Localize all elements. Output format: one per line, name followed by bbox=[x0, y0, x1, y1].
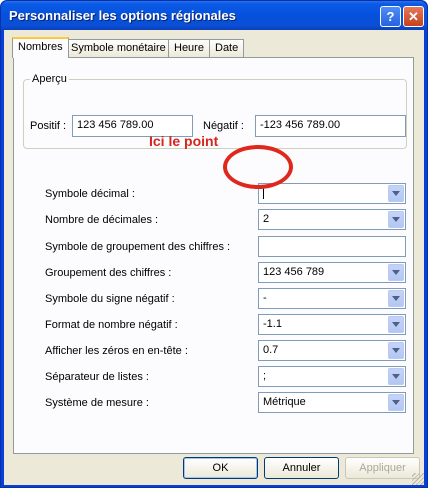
text-caret bbox=[263, 187, 264, 200]
setting-label-decimal-symbol: Symbole décimal : bbox=[45, 188, 135, 200]
setting-label-negative-sign: Symbole du signe négatif : bbox=[45, 293, 175, 305]
grouping-symbol-combo[interactable] bbox=[258, 236, 406, 257]
title-bar[interactable]: Personnaliser les options régionales ? ✕ bbox=[1, 1, 427, 30]
chevron-down-icon[interactable] bbox=[388, 368, 404, 385]
negative-format-value[interactable]: -1.1 bbox=[263, 318, 282, 330]
setting-label-digit-grouping: Groupement des chiffres : bbox=[45, 267, 172, 279]
setting-label-leading-zeros: Afficher les zéros en en-tête : bbox=[45, 345, 188, 357]
help-button[interactable]: ? bbox=[380, 6, 401, 27]
chevron-down-icon[interactable] bbox=[388, 316, 404, 333]
setting-label-decimal-count: Nombre de décimales : bbox=[45, 214, 159, 226]
tab-date[interactable]: Date bbox=[209, 39, 245, 57]
tab-heure[interactable]: Heure bbox=[168, 39, 210, 57]
tab-nombres[interactable]: Nombres bbox=[12, 37, 69, 58]
decimal-count-combo[interactable]: 2 bbox=[258, 209, 406, 230]
setting-label-negative-format: Format de nombre négatif : bbox=[45, 319, 178, 331]
decimal-count-value[interactable]: 2 bbox=[263, 213, 269, 225]
chevron-down-icon[interactable] bbox=[388, 211, 404, 228]
chevron-down-icon[interactable] bbox=[388, 264, 404, 281]
resize-grip-icon[interactable] bbox=[412, 473, 424, 485]
measurement-system-value[interactable]: Métrique bbox=[263, 396, 306, 408]
negative-format-combo[interactable]: -1.1 bbox=[258, 314, 406, 335]
setting-label-measurement-system: Système de mesure : bbox=[45, 397, 149, 409]
chevron-down-icon[interactable] bbox=[388, 342, 404, 359]
chevron-down-icon[interactable] bbox=[388, 394, 404, 411]
list-separator-combo[interactable]: ; bbox=[258, 366, 406, 387]
chevron-down-icon[interactable] bbox=[388, 290, 404, 307]
preview-group-label: Aperçu bbox=[30, 73, 69, 85]
negative-sign-value[interactable]: - bbox=[263, 292, 267, 304]
leading-zeros-value[interactable]: 0.7 bbox=[263, 344, 278, 356]
window-title: Personnaliser les options régionales bbox=[9, 8, 236, 23]
setting-label-grouping-symbol: Symbole de groupement des chiffres : bbox=[45, 241, 231, 253]
measurement-system-combo[interactable]: Métrique bbox=[258, 392, 406, 413]
close-button[interactable]: ✕ bbox=[403, 6, 424, 27]
negative-sign-combo[interactable]: - bbox=[258, 288, 406, 309]
dialog-client-area: Nombres Symbole monétaire Heure Date Ape… bbox=[4, 30, 424, 485]
ok-button[interactable]: OK bbox=[183, 457, 258, 479]
negative-label: Négatif : bbox=[203, 120, 244, 132]
decimal-symbol-combo[interactable] bbox=[258, 183, 406, 204]
annotation-circle bbox=[223, 145, 293, 189]
tab-panel-nombres: Aperçu Positif : 123 456 789.00 Négatif … bbox=[13, 57, 414, 454]
tab-symbole-monetaire[interactable]: Symbole monétaire bbox=[65, 39, 172, 57]
decimal-symbol-value[interactable] bbox=[263, 187, 264, 200]
leading-zeros-combo[interactable]: 0.7 bbox=[258, 340, 406, 361]
dialog-window: Personnaliser les options régionales ? ✕… bbox=[0, 0, 428, 488]
positive-label: Positif : bbox=[30, 120, 67, 132]
annotation-text: Ici le point bbox=[149, 133, 219, 149]
negative-preview-value: -123 456 789.00 bbox=[255, 115, 406, 137]
apply-button[interactable]: Appliquer bbox=[345, 457, 420, 479]
chevron-down-icon[interactable] bbox=[388, 185, 404, 202]
digit-grouping-combo[interactable]: 123 456 789 bbox=[258, 262, 406, 283]
setting-label-list-separator: Séparateur de listes : bbox=[45, 371, 149, 383]
cancel-button[interactable]: Annuler bbox=[264, 457, 339, 479]
list-separator-value[interactable]: ; bbox=[263, 370, 266, 382]
digit-grouping-value[interactable]: 123 456 789 bbox=[263, 266, 324, 278]
